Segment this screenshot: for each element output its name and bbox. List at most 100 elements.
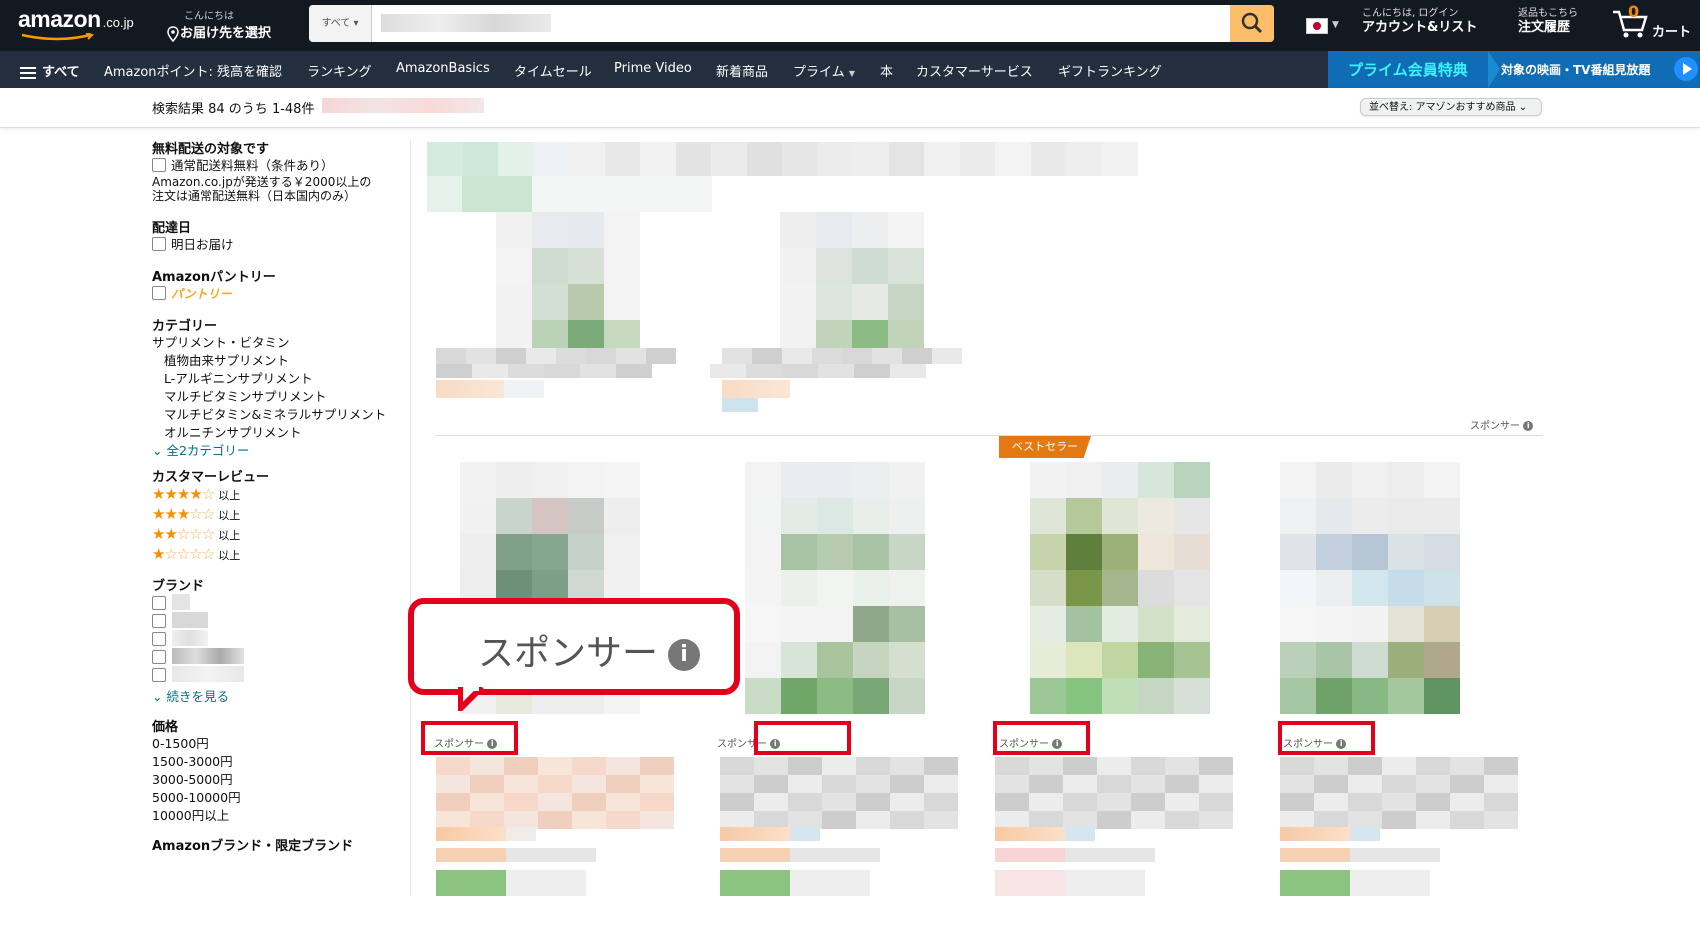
nav-timesale[interactable]: タイムセール <box>514 61 592 80</box>
brand-filter[interactable] <box>152 668 171 683</box>
blurred-text <box>606 811 640 829</box>
info-icon[interactable]: i <box>1523 421 1534 431</box>
blurred-text <box>932 348 962 364</box>
price-filter[interactable]: 3000-5000円 <box>152 771 402 789</box>
blurred-text <box>1097 775 1131 793</box>
blurred-product-image <box>1174 462 1210 498</box>
prime-promo-banner[interactable]: プライム会員特典 対象の映画・TV番組見放題 <box>1328 51 1700 88</box>
blurred-product-image <box>460 534 496 570</box>
sort-dropdown[interactable]: 並べ替え: アマゾンおすすめ商品 ⌄ <box>1360 98 1542 116</box>
checkbox[interactable] <box>152 237 166 251</box>
nav-prime-video[interactable]: Prime Video <box>614 61 692 76</box>
checkbox[interactable] <box>152 596 166 610</box>
blurred-text <box>572 775 606 793</box>
blurred-text <box>790 870 870 896</box>
blurred-text <box>1199 811 1233 829</box>
checkbox[interactable] <box>152 614 166 628</box>
all-menu-button[interactable]: すべて <box>20 61 80 82</box>
checkbox[interactable] <box>152 650 166 664</box>
blurred-text <box>1350 848 1440 862</box>
blurred-product-image <box>1280 534 1316 570</box>
see-all-categories-link[interactable]: ⌄ 全2カテゴリー <box>152 442 402 460</box>
price-filter[interactable]: 10000円以上 <box>152 807 402 825</box>
deliver-to[interactable]: こんにちは お届け先を選択 <box>166 7 271 42</box>
checkbox[interactable] <box>152 286 166 300</box>
brand-filter[interactable] <box>152 632 171 647</box>
nav-customer-service[interactable]: カスタマーサービス <box>916 61 1033 80</box>
blurred-text <box>890 757 924 775</box>
category-item[interactable]: 植物由来サプリメント <box>152 352 402 370</box>
pantry-filter[interactable]: パントリー <box>152 285 402 303</box>
blurred-text <box>1199 775 1233 793</box>
price-filter[interactable]: 0-1500円 <box>152 735 402 753</box>
checkbox[interactable] <box>152 158 166 172</box>
blurred-text <box>1450 811 1484 829</box>
blurred-product-image <box>781 642 817 678</box>
blurred-product-image <box>1174 678 1210 714</box>
blurred-text <box>640 811 674 829</box>
brand-filter[interactable] <box>152 614 171 629</box>
blurred-text <box>1199 793 1233 811</box>
category-item[interactable]: マルチビタミンサプリメント <box>152 388 402 406</box>
blurred-text <box>790 827 820 841</box>
blurred-text <box>1450 793 1484 811</box>
blurred-product-image <box>1030 570 1066 606</box>
blurred-product-image <box>532 212 568 248</box>
review-filter-4[interactable]: ★★★★☆ 以上 <box>152 485 402 505</box>
nav-gift-ranking[interactable]: ギフトランキング <box>1058 61 1162 80</box>
price-filter[interactable]: 5000-10000円 <box>152 789 402 807</box>
blurred-text <box>572 757 606 775</box>
nav-prime[interactable]: プライム ▼ <box>793 61 855 80</box>
review-filter-3[interactable]: ★★★☆☆ 以上 <box>152 505 402 525</box>
blurred-product-image <box>1102 534 1138 570</box>
filter-sidebar: 無料配送の対象です 通常配送料無料（条件あり） Amazon.co.jpが発送す… <box>152 138 402 854</box>
category-item[interactable]: マルチビタミン&ミネラルサプリメント <box>152 406 402 424</box>
blurred-product-image <box>853 570 889 606</box>
blurred-text <box>1131 811 1165 829</box>
blurred-product-image <box>604 498 640 534</box>
tomorrow-delivery-filter[interactable]: 明日お届け <box>152 236 402 254</box>
blurred-product-image <box>889 462 925 498</box>
nav-points[interactable]: Amazonポイント: 残高を確認 <box>104 61 282 80</box>
brand-filter[interactable] <box>152 596 171 611</box>
blurred-banner <box>569 142 605 176</box>
blurred-product-image <box>496 284 532 320</box>
see-more-brands-link[interactable]: ⌄ 続きを見る <box>152 688 402 706</box>
search-button[interactable] <box>1230 5 1274 42</box>
category-item[interactable]: L-アルギニンサプリメント <box>152 370 402 388</box>
brand-filter[interactable] <box>152 650 171 665</box>
category-root[interactable]: サプリメント・ビタミン <box>152 334 402 352</box>
review-suffix: 以上 <box>218 549 241 562</box>
free-shipping-filter[interactable]: 通常配送料無料（条件あり） <box>152 157 402 175</box>
nav-new-arrivals[interactable]: 新着商品 <box>716 61 768 80</box>
blurred-product-image <box>853 534 889 570</box>
nav-amazonbasics[interactable]: AmazonBasics <box>396 61 490 76</box>
category-item[interactable]: オルニチンサプリメント <box>152 424 402 442</box>
blurred-brand <box>172 630 208 646</box>
cart-button[interactable]: 0 カート <box>1610 2 1691 44</box>
blurred-product-image <box>1102 462 1138 498</box>
chevron-down-icon: ▼ <box>1332 20 1339 30</box>
nav-ranking[interactable]: ランキング <box>307 61 372 80</box>
orders-link[interactable]: 返品もこちら 注文履歴 <box>1518 8 1578 36</box>
blurred-product-image <box>745 462 781 498</box>
blurred-banner <box>711 142 747 176</box>
blurred-text <box>572 793 606 811</box>
blurred-text <box>506 827 536 841</box>
blurred-text <box>890 793 924 811</box>
blurred-text <box>1382 793 1416 811</box>
blurred-product-image <box>745 534 781 570</box>
blurred-product-image <box>1280 678 1316 714</box>
nav-books[interactable]: 本 <box>880 61 893 80</box>
amazon-logo[interactable]: amazon .co.jp <box>18 6 134 41</box>
logo-tld: .co.jp <box>102 15 134 30</box>
review-filter-2[interactable]: ★★☆☆☆ 以上 <box>152 525 402 545</box>
price-filter[interactable]: 1500-3000円 <box>152 753 402 771</box>
review-filter-1[interactable]: ★☆☆☆☆ 以上 <box>152 545 402 565</box>
japan-flag-icon[interactable] <box>1306 18 1328 34</box>
checkbox[interactable] <box>152 632 166 646</box>
search-category-select[interactable]: すべて ▾ <box>309 5 372 42</box>
search-input[interactable] <box>375 5 1225 42</box>
account-menu[interactable]: こんにちは, ログイン アカウント&リスト <box>1362 8 1477 36</box>
checkbox[interactable] <box>152 668 166 682</box>
